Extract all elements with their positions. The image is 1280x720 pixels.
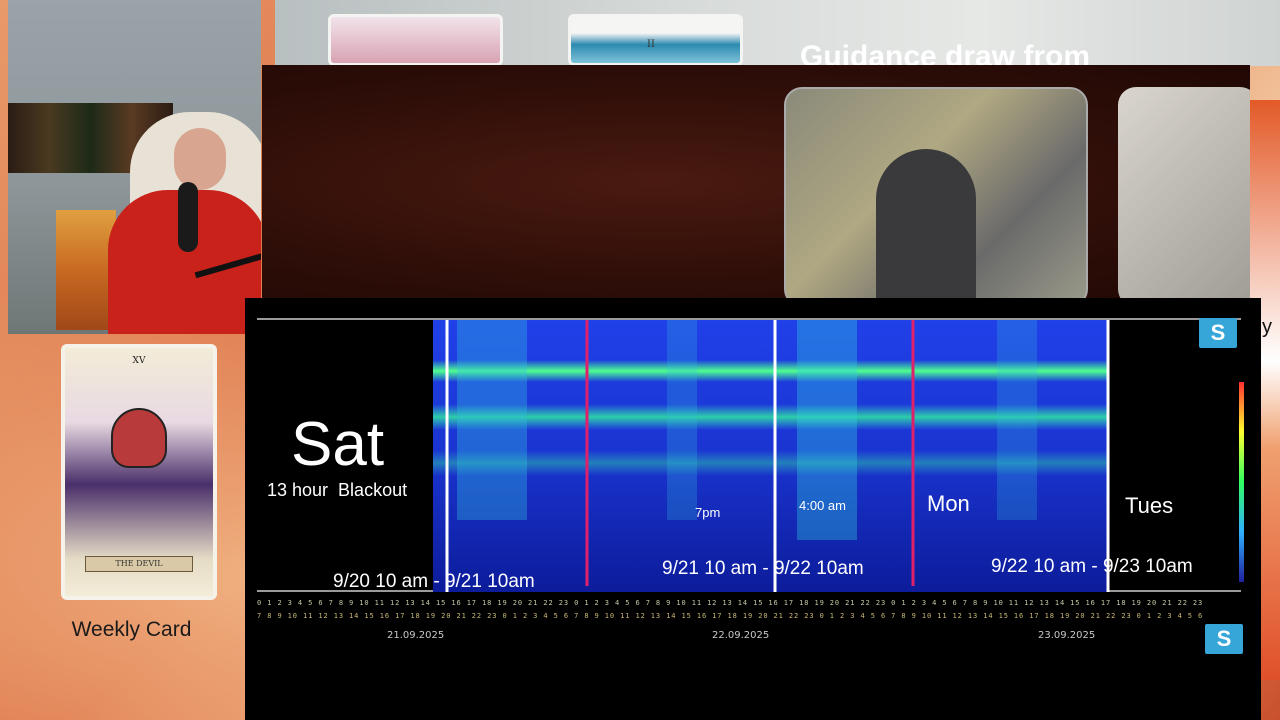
blackout-note: 13 hour Blackout [267,480,408,500]
time-note: 7pm [695,505,721,520]
card-numeral: XV [132,356,146,366]
webcam-feed [8,0,261,334]
edge-letter: y [1262,316,1272,338]
date-tick: 21.09.2025 [387,630,445,641]
logo-icon: S [1205,624,1243,654]
hour-tick-row: 0 1 2 3 4 5 6 7 8 9 10 11 12 13 14 15 16… [257,599,1204,607]
tarot-card-main [784,87,1088,300]
burst [667,320,697,520]
date-tick: 23.09.2025 [1038,630,1096,641]
burst [997,320,1037,520]
painting [56,210,116,330]
card-name: THE DEVIL [115,559,163,568]
spectrogram-frame [257,318,1241,592]
day-label-tues: Tues [1125,493,1174,518]
presenter-face [174,128,226,190]
weekly-card-panel: XV THE DEVIL Weekly Card [0,334,245,720]
logo-icon: S [1199,318,1237,348]
range-label: 9/20 10 am - 9/21 10am [333,571,535,592]
hour-tick-row: 7 8 9 10 11 12 13 14 15 16 17 18 19 20 2… [257,612,1204,620]
day-label-sat: Sat [291,410,385,479]
tarot-card-thumbnail: II [568,14,743,66]
microphone-icon [178,182,198,252]
weekly-card-label: Weekly Card [71,618,192,641]
tarot-card-thumbnail [328,14,503,66]
date-tick: 22.09.2025 [712,630,770,641]
weekly-tarot-card: XV THE DEVIL [61,344,217,600]
tarot-card-side [1118,87,1250,300]
tarot-table-video [262,65,1250,300]
color-scale [1239,382,1244,582]
devil-figure [111,408,167,468]
day-label-mon: Mon [927,491,970,516]
time-note: 4:00 am [799,498,846,513]
spectrogram-image [433,320,1110,592]
spectrogram-panel: Sat 13 hour Blackout Mon Tues 7pm 4:00 a… [245,298,1261,720]
knight-figure [876,149,976,300]
card-numeral: II [647,39,655,50]
range-label: 9/22 10 am - 9/23 10am [991,556,1193,577]
top-card-strip: II Guidance draw from [275,0,1280,73]
burst [457,320,527,520]
range-label: 9/21 10 am - 9/22 10am [662,558,864,579]
